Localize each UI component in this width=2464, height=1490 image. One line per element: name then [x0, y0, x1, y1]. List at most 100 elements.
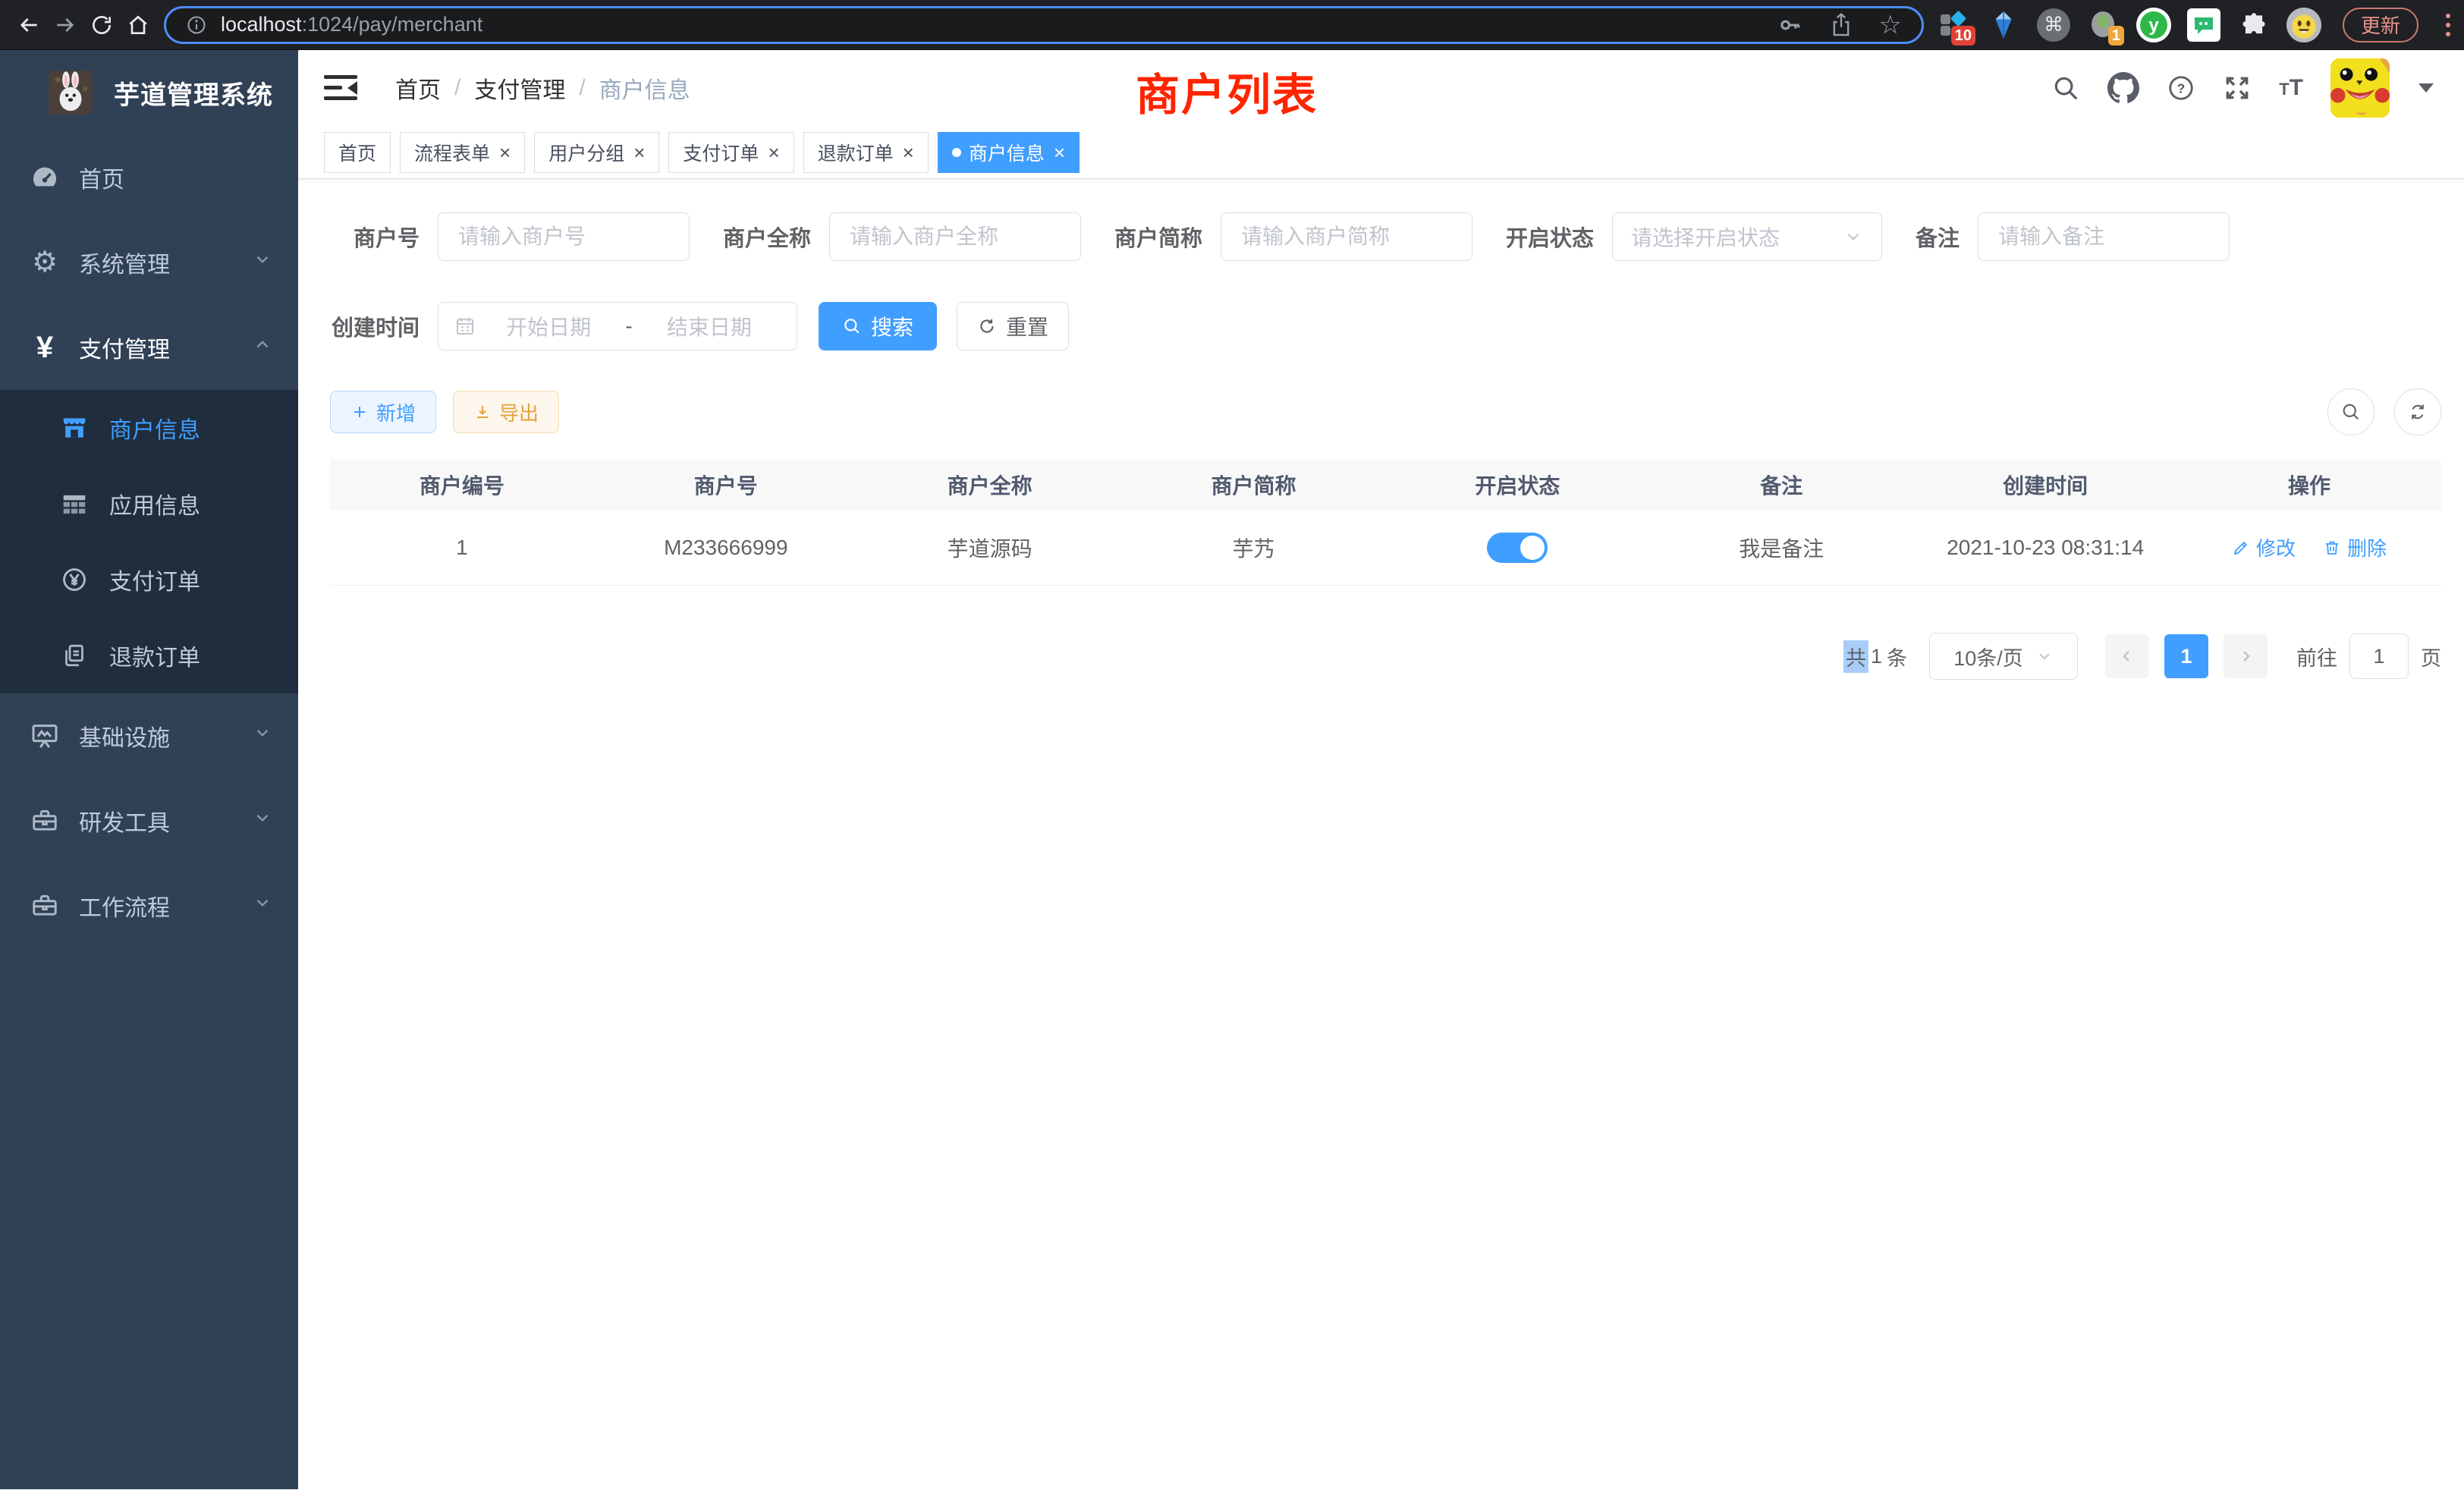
- remark-input[interactable]: [1978, 212, 2230, 261]
- sidebar-item-infrastructure[interactable]: 基础设施: [0, 693, 298, 778]
- merchant-no-label: 商户号: [330, 221, 420, 253]
- sidebar-item-payment[interactable]: ¥ 支付管理: [0, 305, 298, 390]
- browser-update-button[interactable]: 更新: [2343, 8, 2418, 42]
- date-range-separator: -: [621, 314, 636, 338]
- extension-a-badge: 10: [1951, 26, 1975, 46]
- status-select[interactable]: 请选择开启状态: [1612, 212, 1882, 261]
- sidebar-fold-icon[interactable]: [324, 75, 357, 101]
- chevron-down-icon: [253, 893, 272, 919]
- delete-link[interactable]: 删除: [2323, 533, 2387, 561]
- create-time-label: 创建时间: [330, 310, 420, 342]
- search-icon[interactable]: [2051, 74, 2080, 102]
- sidebar-item-pay-order[interactable]: 支付订单: [0, 542, 298, 618]
- share-icon[interactable]: [1829, 12, 1853, 38]
- close-icon[interactable]: ×: [903, 143, 914, 162]
- reset-button[interactable]: 重置: [957, 302, 1069, 350]
- browser-profile-avatar[interactable]: [2286, 8, 2321, 42]
- browser-back-button[interactable]: [11, 7, 47, 43]
- font-size-icon[interactable]: TT: [2279, 75, 2303, 101]
- close-icon[interactable]: ×: [499, 143, 511, 162]
- short-name-input[interactable]: [1221, 212, 1472, 261]
- url-path: :1024/pay/merchant: [302, 13, 483, 36]
- close-icon[interactable]: ×: [633, 143, 645, 162]
- export-button[interactable]: 导出: [453, 391, 559, 433]
- breadcrumb-home[interactable]: 首页: [395, 71, 441, 105]
- merchant-no-input[interactable]: [438, 212, 690, 261]
- cell-merchant-no: M233666999: [594, 510, 858, 586]
- search-button[interactable]: 搜索: [819, 302, 937, 350]
- sidebar-item-refund-order[interactable]: 退款订单: [0, 618, 298, 693]
- sidebar-item-merchant-info[interactable]: 商户信息: [0, 390, 298, 466]
- back-arrow-icon: [17, 13, 41, 37]
- fullscreen-icon[interactable]: [2223, 74, 2252, 102]
- gem-icon: [1990, 10, 2017, 40]
- sidebar-item-system[interactable]: ⚙ 系统管理: [0, 220, 298, 305]
- reload-icon: [90, 13, 114, 37]
- refresh-table-button[interactable]: [2394, 388, 2441, 435]
- toggle-search-button[interactable]: [2327, 388, 2374, 435]
- pagination-total: 共 1 条: [1843, 640, 1909, 673]
- sidebar-item-app-info[interactable]: 应用信息: [0, 466, 298, 542]
- edit-link[interactable]: 修改: [2232, 533, 2296, 561]
- sidebar-item-label: 基础设施: [79, 719, 170, 753]
- yudao-circle-icon: y: [2136, 8, 2171, 42]
- sidebar-item-label: 支付订单: [109, 563, 200, 596]
- command-glyph: ⌘: [2037, 8, 2070, 42]
- next-page-button[interactable]: [2224, 634, 2268, 678]
- sidebar-item-devtools[interactable]: 研发工具: [0, 778, 298, 863]
- yen-circle-icon: [58, 565, 91, 594]
- tab-refund-order[interactable]: 退款订单 ×: [803, 132, 929, 173]
- chevron-right-icon: [2236, 647, 2255, 665]
- browser-menu-button[interactable]: [2446, 14, 2450, 36]
- tab-user-group[interactable]: 用户分组 ×: [534, 132, 659, 173]
- trash-icon: [2323, 539, 2341, 557]
- page-1-button[interactable]: 1: [2164, 634, 2208, 678]
- col-merchant-no: 商户号: [594, 460, 858, 510]
- cell-actions: 修改 删除: [2177, 510, 2441, 586]
- close-icon[interactable]: ×: [768, 143, 779, 162]
- puzzle-glyph: [2239, 11, 2268, 39]
- page-size-select[interactable]: 10条/页: [1929, 633, 2078, 680]
- breadcrumb-section[interactable]: 支付管理: [474, 71, 565, 105]
- extension-icon-yudao[interactable]: y: [2136, 8, 2171, 42]
- extension-icon-b[interactable]: 1: [2086, 8, 2121, 42]
- cell-full-name: 芋道源码: [858, 510, 1122, 586]
- tab-pay-order[interactable]: 支付订单 ×: [668, 132, 794, 173]
- password-key-icon[interactable]: [1777, 12, 1803, 38]
- bookmark-star-icon[interactable]: ☆: [1879, 12, 1902, 38]
- extension-icon-a[interactable]: 10: [1936, 8, 1971, 42]
- create-time-range-picker[interactable]: 开始日期 - 结束日期: [438, 302, 797, 350]
- cell-short-name: 芋艿: [1122, 510, 1386, 586]
- browser-forward-button[interactable]: [47, 7, 83, 43]
- url-bar[interactable]: localhost :1024/pay/merchant ☆: [164, 6, 1924, 44]
- sidebar-item-workflow[interactable]: 工作流程: [0, 863, 298, 948]
- rabbit-logo-icon: [49, 71, 93, 115]
- help-icon[interactable]: ?: [2167, 74, 2195, 102]
- tab-home[interactable]: 首页: [324, 132, 391, 173]
- goto-page-input[interactable]: [2349, 633, 2409, 679]
- extension-icon-gem[interactable]: [1986, 8, 2021, 42]
- browser-home-button[interactable]: [120, 7, 156, 43]
- app-logo-row[interactable]: 芋道管理系统: [0, 50, 298, 135]
- sidebar-menu: 首页 ⚙ 系统管理 ¥ 支付管理: [0, 135, 298, 948]
- avatar-caret-icon[interactable]: [2418, 83, 2434, 93]
- prev-page-button[interactable]: [2105, 634, 2149, 678]
- tab-merchant-info[interactable]: 商户信息 ×: [938, 132, 1080, 173]
- svg-text:y: y: [2148, 15, 2159, 36]
- extensions-puzzle-icon[interactable]: [2236, 8, 2271, 42]
- chat-icon: [2187, 8, 2220, 42]
- tags-view-bar: 首页 流程表单 × 用户分组 × 支付订单 × 退款订单 × 商户信息 ×: [298, 126, 2464, 179]
- browser-reload-button[interactable]: [83, 7, 120, 43]
- status-toggle[interactable]: [1487, 533, 1548, 563]
- sidebar-item-home[interactable]: 首页: [0, 135, 298, 220]
- full-name-input[interactable]: [829, 212, 1081, 261]
- github-icon[interactable]: [2107, 72, 2139, 104]
- page-info-icon[interactable]: [186, 14, 207, 36]
- extension-icon-chat[interactable]: [2186, 8, 2221, 42]
- close-icon[interactable]: ×: [1054, 143, 1065, 162]
- tab-process-form[interactable]: 流程表单 ×: [400, 132, 525, 173]
- documents-icon: [58, 642, 91, 669]
- extension-icon-command[interactable]: ⌘: [2036, 8, 2071, 42]
- add-button[interactable]: 新增: [330, 391, 436, 433]
- user-avatar[interactable]: [2330, 58, 2390, 118]
